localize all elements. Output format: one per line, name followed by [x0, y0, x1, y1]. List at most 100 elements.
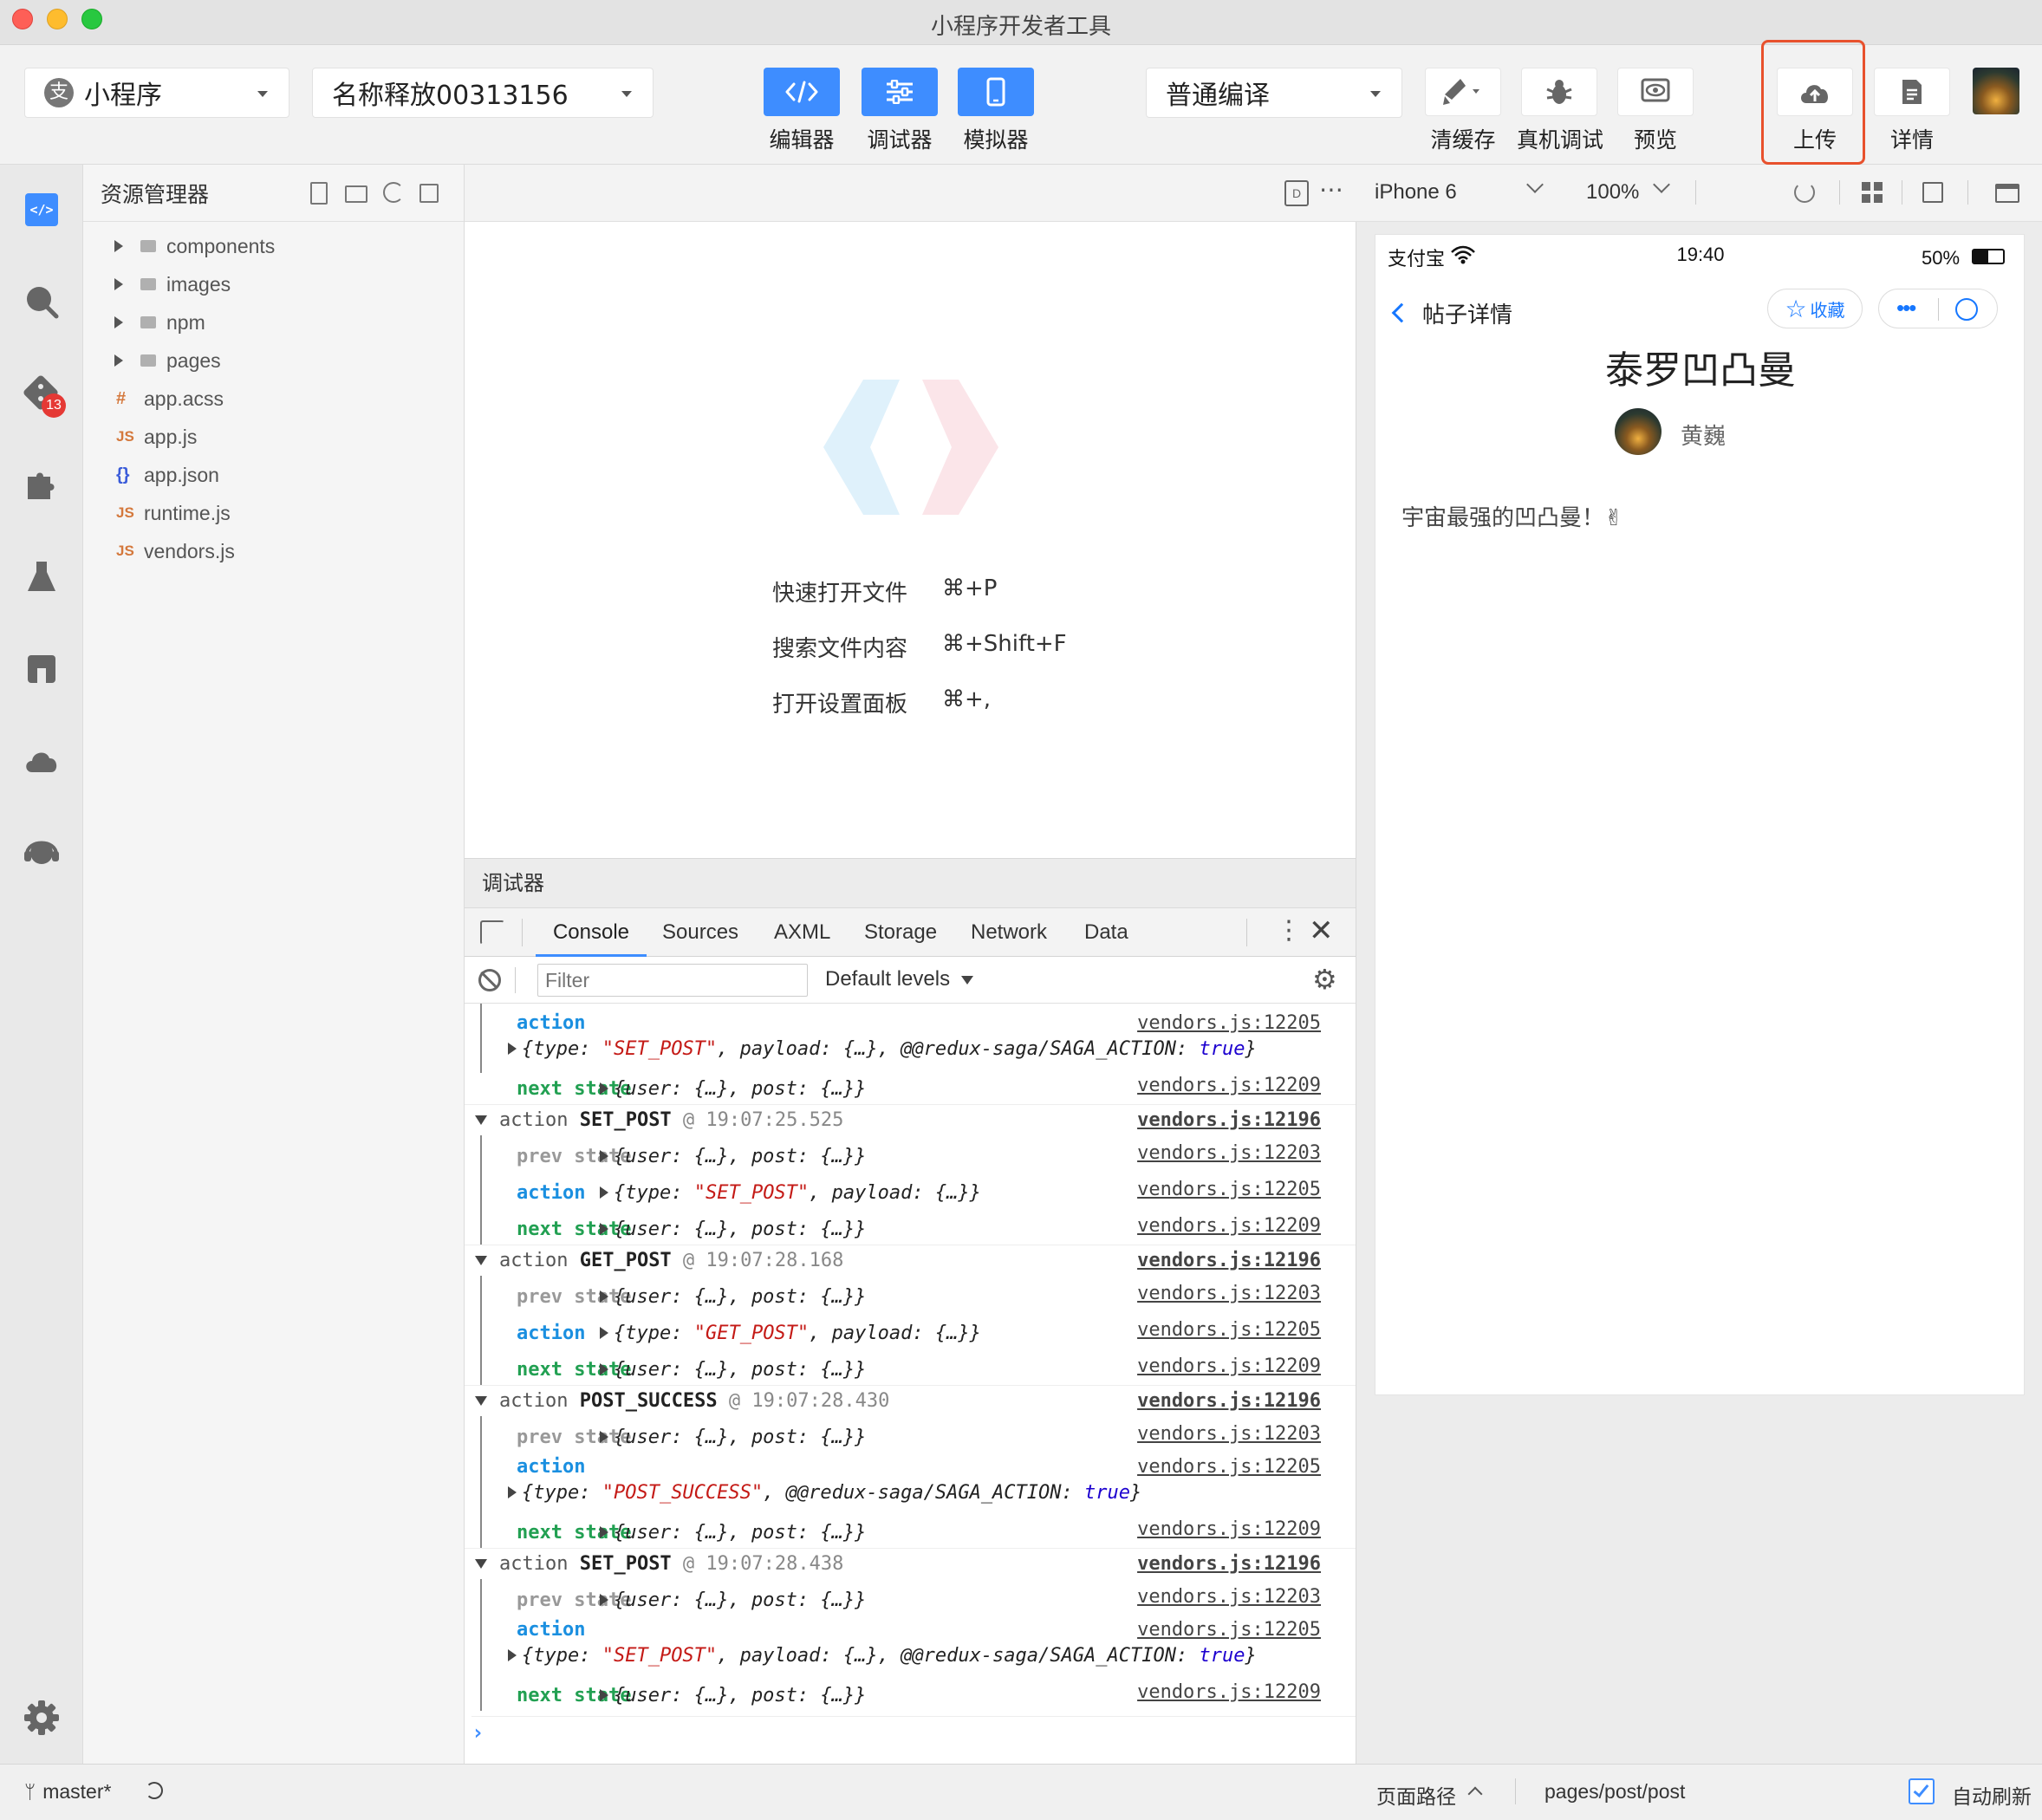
- inspect-element-icon[interactable]: [480, 920, 504, 945]
- tree-folder-images[interactable]: images: [83, 265, 464, 303]
- js-file-icon: JS: [116, 543, 134, 559]
- window-layout-icon[interactable]: [1995, 184, 2019, 203]
- caret-right-icon: [600, 1327, 608, 1339]
- console-group-action: SET_POST: [579, 1109, 672, 1131]
- shortcut-settings: 打开设置面板 ⌘+,: [772, 686, 991, 718]
- console-row-label: action: [517, 1012, 586, 1034]
- zoom-dropdown[interactable]: 100%: [1586, 180, 1639, 205]
- simulator-toggle[interactable]: [958, 68, 1034, 116]
- divider: [522, 919, 523, 946]
- kebab-menu-icon[interactable]: ⋮: [1276, 915, 1302, 946]
- details-button[interactable]: [1874, 68, 1950, 116]
- console-source-link[interactable]: vendors.js:12209: [1137, 1355, 1321, 1377]
- console-source-link[interactable]: vendors.js:12209: [1137, 1681, 1321, 1703]
- auto-refresh-checkbox[interactable]: [1909, 1778, 1935, 1804]
- user-avatar[interactable]: [1973, 68, 2019, 114]
- caret-right-icon: [600, 1594, 608, 1606]
- caret-right-icon: [600, 1431, 608, 1443]
- git-badge: 13: [42, 393, 66, 418]
- code-icon[interactable]: </>: [19, 187, 64, 232]
- tab-network[interactable]: Network: [971, 908, 1047, 957]
- sync-icon[interactable]: [146, 1782, 163, 1799]
- app-type-dropdown[interactable]: 支 小程序: [24, 68, 289, 118]
- console-source-link[interactable]: vendors.js:12203: [1137, 1283, 1321, 1304]
- store-icon[interactable]: [19, 647, 64, 692]
- clear-cache-button[interactable]: [1425, 68, 1501, 116]
- console-source-link[interactable]: vendors.js:12203: [1137, 1142, 1321, 1164]
- console-source-link[interactable]: vendors.js:12196: [1137, 1386, 1321, 1417]
- clear-console-icon[interactable]: [478, 969, 501, 991]
- console-source-link[interactable]: vendors.js:12205: [1137, 1319, 1321, 1341]
- log-levels-dropdown[interactable]: Default levels: [825, 967, 973, 991]
- collapse-all-icon[interactable]: [419, 184, 439, 203]
- settings-gear-icon[interactable]: ⚙: [1312, 964, 1337, 995]
- tree-folder-components[interactable]: components: [83, 227, 464, 265]
- clock-page-icon[interactable]: [1922, 182, 1943, 203]
- console-source-link[interactable]: vendors.js:12196: [1137, 1549, 1321, 1580]
- extension-puzzle-icon[interactable]: [19, 463, 64, 508]
- debug-file-icon[interactable]: D: [1284, 180, 1309, 206]
- project-dropdown[interactable]: 名称释放00313156: [312, 68, 654, 118]
- caret-right-icon: [600, 1689, 608, 1701]
- branch-label: master*: [42, 1780, 112, 1803]
- console-source-link[interactable]: vendors.js:12209: [1137, 1518, 1321, 1540]
- console-source-link[interactable]: vendors.js:12209: [1137, 1215, 1321, 1237]
- console-source-link[interactable]: vendors.js:12205: [1137, 1012, 1321, 1034]
- refresh-icon[interactable]: [383, 182, 404, 203]
- value-part: {type:: [614, 1182, 694, 1204]
- close-icon[interactable]: ✕: [1309, 913, 1334, 948]
- console-source-link[interactable]: vendors.js:12205: [1137, 1179, 1321, 1200]
- console-source-link[interactable]: vendors.js:12203: [1137, 1423, 1321, 1445]
- compile-mode-dropdown[interactable]: 普通编译: [1146, 68, 1402, 118]
- editor-toggle[interactable]: [764, 68, 840, 116]
- device-dropdown[interactable]: iPhone 6: [1375, 180, 1457, 205]
- more-dots-icon[interactable]: •••: [1896, 295, 1916, 322]
- console-source-link[interactable]: vendors.js:12205: [1137, 1619, 1321, 1641]
- grid-icon[interactable]: [1862, 182, 1883, 203]
- phone-screen: 支付宝 19:40 50% 帖子详情 ☆ 收藏 ••• 泰罗凹凸曼 黄巍 宇宙最…: [1375, 234, 2025, 1395]
- tab-axml[interactable]: AXML: [774, 908, 830, 957]
- folder-icon: [140, 240, 156, 252]
- console-row-value: {user: {…}, post: {…}}: [614, 1589, 867, 1611]
- remote-debug-button[interactable]: [1521, 68, 1597, 116]
- value-part: , @@redux-saga/SAGA_ACTION:: [763, 1482, 1085, 1504]
- console-source-link[interactable]: vendors.js:12209: [1137, 1075, 1321, 1096]
- editor-toggle-label: 编辑器: [769, 127, 835, 153]
- console-source-link[interactable]: vendors.js:12196: [1137, 1105, 1321, 1136]
- tree-file-app-acss[interactable]: # app.acss: [83, 380, 464, 418]
- flask-icon[interactable]: [19, 555, 64, 600]
- reload-icon[interactable]: [1794, 182, 1815, 203]
- upload-button[interactable]: [1777, 68, 1853, 116]
- tree-item-label: components: [166, 234, 276, 257]
- support-headset-icon[interactable]: [19, 830, 64, 875]
- tree-file-runtime-js[interactable]: JS runtime.js: [83, 494, 464, 532]
- search-icon[interactable]: [19, 279, 64, 324]
- tab-data[interactable]: Data: [1084, 908, 1128, 957]
- tree-file-vendors-js[interactable]: JS vendors.js: [83, 532, 464, 570]
- console-prompt[interactable]: ›: [471, 1716, 1356, 1745]
- settings-gear-icon[interactable]: [19, 1695, 64, 1740]
- new-folder-icon[interactable]: [345, 185, 367, 203]
- close-miniapp-icon[interactable]: [1955, 298, 1978, 321]
- back-chevron-icon[interactable]: [1391, 302, 1412, 323]
- tree-file-app-json[interactable]: {} app.json: [83, 456, 464, 494]
- preview-button[interactable]: [1617, 68, 1694, 116]
- tab-storage[interactable]: Storage: [864, 908, 937, 957]
- new-file-icon[interactable]: [310, 182, 328, 205]
- app-type-label: 小程序: [84, 81, 162, 111]
- more-icon[interactable]: ⋯: [1319, 175, 1343, 204]
- tree-file-app-js[interactable]: JS app.js: [83, 418, 464, 456]
- tab-console[interactable]: Console: [536, 908, 647, 957]
- favorite-button[interactable]: ☆ 收藏: [1767, 289, 1863, 328]
- console-source-link[interactable]: vendors.js:12203: [1137, 1586, 1321, 1608]
- page-path-toggle[interactable]: 页面路径: [1376, 1780, 1456, 1810]
- console-filter-input[interactable]: [537, 964, 808, 997]
- console-source-link[interactable]: vendors.js:12196: [1137, 1245, 1321, 1277]
- debugger-toggle[interactable]: [862, 68, 938, 116]
- tree-folder-pages[interactable]: pages: [83, 341, 464, 380]
- tab-sources[interactable]: Sources: [662, 908, 738, 957]
- tree-folder-npm[interactable]: npm: [83, 303, 464, 341]
- console-source-link[interactable]: vendors.js:12205: [1137, 1456, 1321, 1478]
- git-branch[interactable]: ᛘ master*: [24, 1780, 111, 1804]
- cloud-icon[interactable]: [19, 738, 64, 783]
